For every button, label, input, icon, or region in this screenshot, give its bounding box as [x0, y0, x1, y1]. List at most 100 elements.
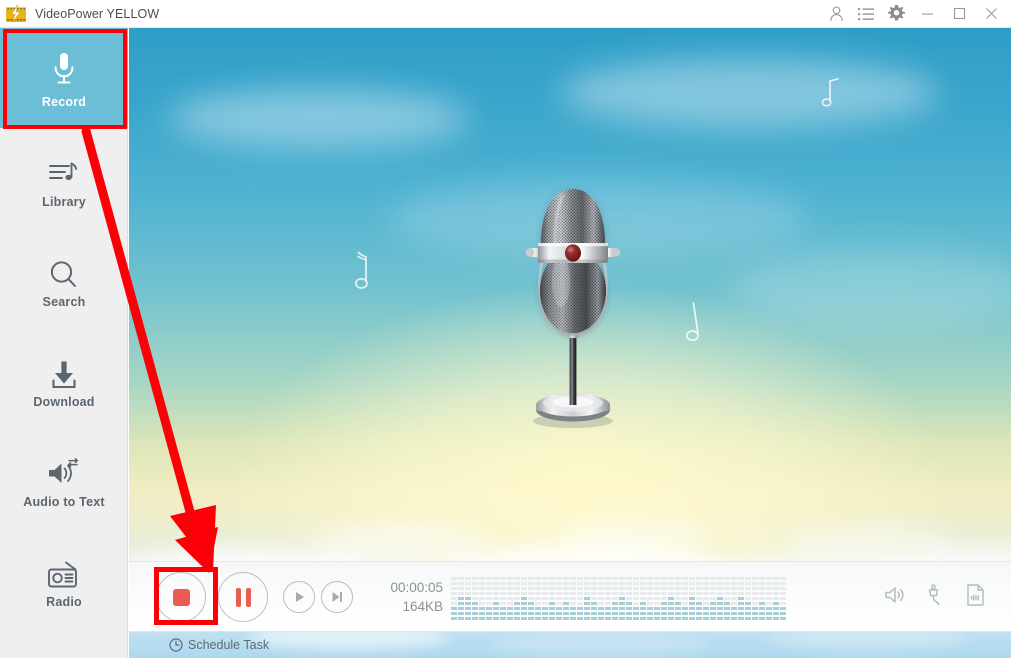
waveform-column	[668, 577, 674, 620]
waveform-column	[619, 577, 625, 620]
waveform-column	[710, 577, 716, 620]
user-icon[interactable]	[821, 0, 851, 28]
sidebar: Record Library Search Download Audio to …	[0, 28, 128, 658]
waveform-column	[780, 577, 786, 620]
sidebar-item-download[interactable]: Download	[0, 328, 128, 428]
audio-file-icon[interactable]	[966, 584, 985, 611]
waveform-column	[605, 577, 611, 620]
stop-button[interactable]	[156, 572, 206, 622]
pause-button[interactable]	[218, 572, 268, 622]
sidebar-item-label: Record	[41, 95, 87, 109]
waveform-column	[584, 577, 590, 620]
waveform-column	[591, 577, 597, 620]
download-icon	[42, 347, 86, 391]
waveform-column	[514, 577, 520, 620]
waveform-column	[745, 577, 751, 620]
list-icon[interactable]	[851, 0, 881, 28]
waveform-column	[773, 577, 779, 620]
status-bar: Schedule Task	[129, 632, 1011, 658]
waveform-column	[696, 577, 702, 620]
library-music-icon	[42, 147, 86, 191]
music-note-icon	[681, 300, 709, 351]
play-triangle-icon	[295, 592, 304, 602]
sidebar-item-label: Search	[42, 295, 86, 309]
waveform-column	[717, 577, 723, 620]
waveform-column	[507, 577, 513, 620]
skip-next-icon	[332, 592, 342, 602]
file-size: 164KB	[402, 599, 443, 614]
film-lightning-logo	[5, 4, 27, 24]
stop-square-icon	[172, 588, 190, 606]
waveform-column	[598, 577, 604, 620]
waveform-visualizer	[451, 576, 836, 620]
waveform-column	[493, 577, 499, 620]
music-note-icon	[351, 250, 383, 299]
waveform-column	[759, 577, 765, 620]
elapsed-time: 00:00:05	[390, 580, 443, 595]
sidebar-item-label: Download	[33, 395, 95, 409]
vintage-condenser-microphone	[521, 183, 625, 434]
waveform-column	[640, 577, 646, 620]
schedule-task-label: Schedule Task	[188, 638, 270, 652]
waveform-column	[535, 577, 541, 620]
maximize-icon[interactable]	[943, 0, 975, 28]
transport-bar: 00:00:05 164KB	[129, 561, 1011, 632]
waveform-column	[654, 577, 660, 620]
waveform-column	[689, 577, 695, 620]
transport-right-icons	[884, 584, 985, 611]
gear-icon[interactable]	[881, 0, 911, 28]
waveform-column	[570, 577, 576, 620]
waveform-column	[556, 577, 562, 620]
title-bar: VideoPower YELLOW	[0, 0, 1011, 28]
sidebar-item-label: Radio	[46, 595, 82, 609]
close-icon[interactable]	[975, 0, 1007, 28]
waveform-column	[486, 577, 492, 620]
waveform-column	[633, 577, 639, 620]
waveform-column	[724, 577, 730, 620]
waveform-column	[661, 577, 667, 620]
sidebar-item-radio[interactable]: Radio	[0, 528, 128, 628]
waveform-column	[703, 577, 709, 620]
window-title: VideoPower YELLOW	[35, 6, 160, 21]
next-button[interactable]	[321, 581, 353, 613]
waveform-column	[542, 577, 548, 620]
waveform-column	[549, 577, 555, 620]
sidebar-item-label: Library	[42, 195, 86, 209]
sidebar-item-library[interactable]: Library	[0, 128, 128, 228]
recording-stats: 00:00:05 164KB	[365, 578, 443, 616]
music-note-icon	[819, 76, 845, 115]
waveform-column	[612, 577, 618, 620]
waveform-column	[521, 577, 527, 620]
waveform-column	[682, 577, 688, 620]
waveform-column	[647, 577, 653, 620]
waveform-column	[528, 577, 534, 620]
play-button[interactable]	[283, 581, 315, 613]
waveform-column	[451, 577, 457, 620]
waveform-column	[458, 577, 464, 620]
waveform-column	[626, 577, 632, 620]
radio-icon	[42, 547, 86, 591]
waveform-column	[766, 577, 772, 620]
waveform-column	[500, 577, 506, 620]
waveform-column	[675, 577, 681, 620]
speaker-convert-icon	[42, 447, 86, 491]
minimize-icon[interactable]	[911, 0, 943, 28]
microphone-icon	[42, 47, 86, 91]
sidebar-item-label: Audio to Text	[23, 495, 105, 509]
waveform-column	[752, 577, 758, 620]
search-icon	[42, 247, 86, 291]
waveform-column	[465, 577, 471, 620]
application-window: VideoPower YELLOW Record Library Search …	[0, 0, 1011, 658]
speaker-icon[interactable]	[884, 585, 906, 610]
clock-icon	[169, 638, 183, 652]
pause-bars-icon	[235, 587, 251, 607]
title-bar-controls	[821, 0, 1011, 28]
waveform-column	[577, 577, 583, 620]
waveform-column	[563, 577, 569, 620]
sidebar-item-audio-to-text[interactable]: Audio to Text	[0, 428, 128, 528]
waveform-column	[479, 577, 485, 620]
schedule-task-button[interactable]: Schedule Task	[169, 638, 269, 652]
microphone-jack-icon[interactable]	[926, 584, 946, 611]
sidebar-item-search[interactable]: Search	[0, 228, 128, 328]
sidebar-item-record[interactable]: Record	[0, 28, 128, 128]
